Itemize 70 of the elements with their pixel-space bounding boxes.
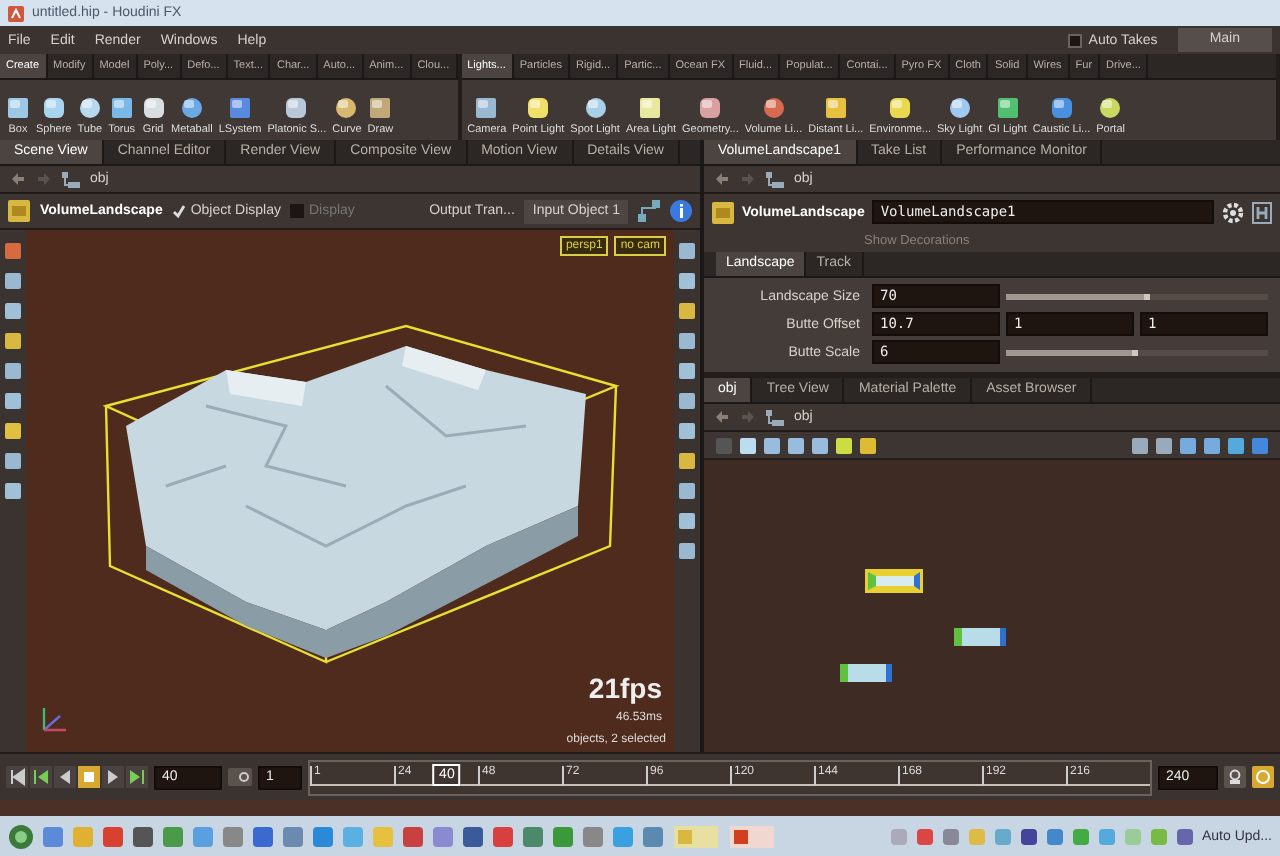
checkmark-icon[interactable] [172,204,187,218]
tool-icon [228,96,253,120]
jump-start-icon[interactable] [6,766,28,788]
tool-icon [334,96,359,120]
network-path-icon [766,409,784,425]
jump-end-icon[interactable] [126,766,148,788]
slider-fill[interactable] [1006,349,1137,355]
app-icon[interactable] [42,825,64,847]
key-icon[interactable] [1224,766,1246,788]
app-icon[interactable] [552,825,574,847]
tool-icon [947,96,972,120]
slider-fill[interactable] [1006,293,1151,299]
back-arrow-icon[interactable] [714,172,730,186]
tool-icon [368,96,393,120]
tool-icon [474,96,499,120]
tool-icon [179,96,204,120]
app-icon[interactable] [162,825,184,847]
tool-icon [888,96,913,120]
geometry-node-icon [8,200,30,222]
tool-icon [141,96,166,120]
tool-icon [526,96,551,120]
network-icon[interactable] [638,200,660,222]
app-icon[interactable] [252,825,274,847]
tool-icon [41,96,66,120]
app-icon[interactable] [402,825,424,847]
auto-takes-checkbox[interactable] [1068,33,1083,47]
app-icon[interactable] [132,825,154,847]
back-arrow-icon[interactable] [10,172,26,186]
geometry-node-icon [712,201,734,223]
app-icon[interactable] [642,825,664,847]
tool-icon [995,96,1020,120]
presentation-app-icon[interactable] [728,823,776,849]
help-h-icon[interactable] [1252,201,1272,223]
checkbox[interactable] [290,204,305,218]
back-arrow-icon[interactable] [714,410,730,424]
play-icon[interactable] [102,766,124,788]
network-path-icon [766,171,784,187]
tool-icon [823,96,848,120]
tool-icon [761,96,786,120]
play-backward-icon[interactable] [54,766,76,788]
tool-icon [109,96,134,120]
tool-icon [284,96,309,120]
app-icon[interactable] [102,825,124,847]
axes-icon [38,704,70,736]
fps-readout: 21fps [588,672,662,704]
tool-icon [1098,96,1123,120]
app-icon[interactable] [312,825,334,847]
info-icon[interactable] [670,200,692,222]
time-settings-icon[interactable] [228,768,252,786]
start-button-icon[interactable] [8,823,34,849]
step-back-icon[interactable] [30,766,52,788]
app-icon[interactable] [492,825,514,847]
tool-icon [583,96,608,120]
app-logo-icon [8,5,24,21]
app-icon[interactable] [432,825,454,847]
app-icon[interactable] [462,825,484,847]
realtime-icon[interactable] [1252,766,1274,788]
tool-icon [6,96,30,120]
network-node[interactable] [954,628,1006,646]
app-icon[interactable] [282,825,304,847]
app-icon[interactable] [582,825,604,847]
gear-icon[interactable] [1222,201,1244,223]
tool-icon [1049,96,1074,120]
app-icon[interactable] [222,825,244,847]
tool-icon [698,96,723,120]
app-icon[interactable] [522,825,544,847]
network-path-icon [62,171,80,187]
tool-icon [638,96,663,120]
network-node[interactable] [840,664,892,682]
tool-icon [77,96,102,120]
